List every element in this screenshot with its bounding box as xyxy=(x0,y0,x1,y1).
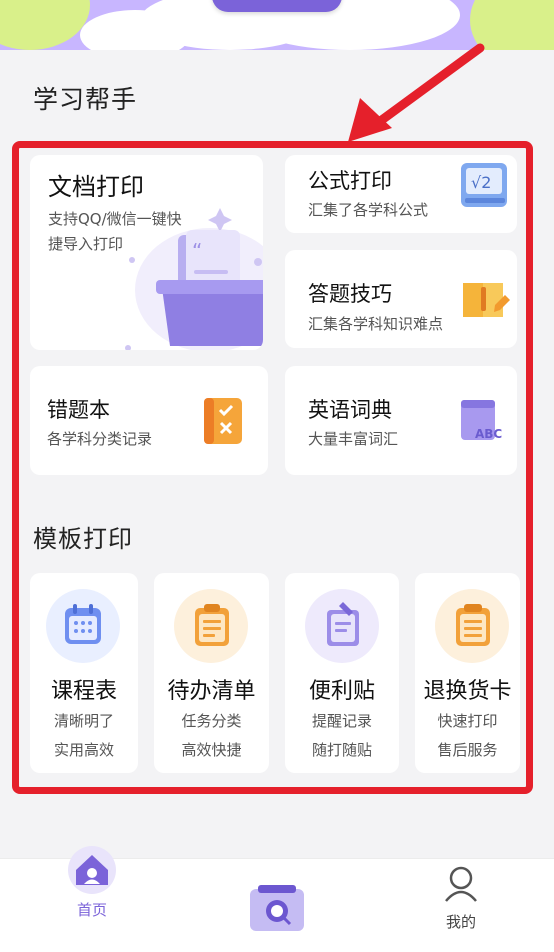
highlight-frame xyxy=(12,141,533,794)
tab-home[interactable]: 首页 xyxy=(52,845,132,941)
tab-scan[interactable] xyxy=(248,883,306,933)
tab-mine[interactable]: 我的 xyxy=(421,865,501,945)
home-icon xyxy=(68,846,116,894)
section-title-study: 学习帮手 xyxy=(33,85,138,114)
profile-icon xyxy=(445,866,477,902)
banner-decoration xyxy=(0,0,90,50)
bottom-tab-bar: 首页 我的 xyxy=(0,846,554,952)
tab-label: 我的 xyxy=(445,913,476,931)
camera-scan-icon xyxy=(250,885,304,931)
annotation-arrow-icon xyxy=(348,43,485,142)
tab-label: 首页 xyxy=(76,901,107,919)
banner-button[interactable] xyxy=(212,0,342,12)
